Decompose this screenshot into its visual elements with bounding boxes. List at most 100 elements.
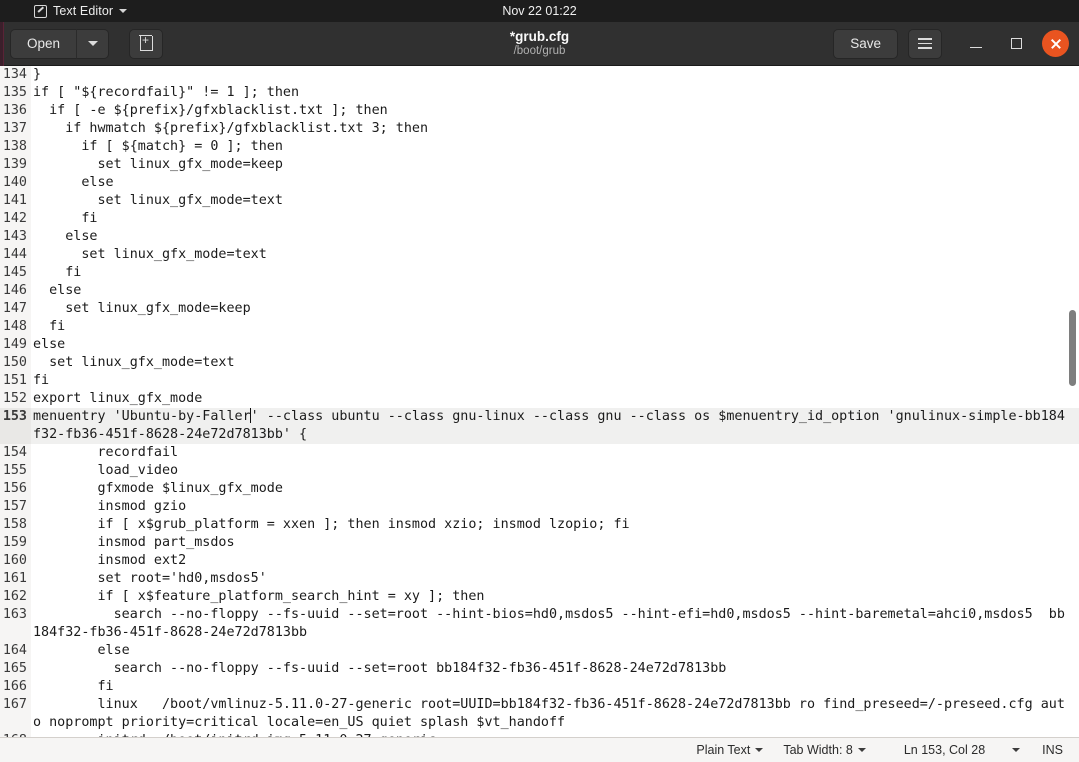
new-tab-button[interactable] [129,28,164,59]
line-number: 151 [0,372,31,390]
line-text[interactable]: load_video [31,462,1079,480]
line-text[interactable]: } [31,66,1079,84]
editor-line[interactable]: 149 else [0,336,1079,354]
editor-line[interactable]: 139 set linux_gfx_mode=keep [0,156,1079,174]
line-text[interactable]: else [31,282,1079,300]
line-number: 161 [0,570,31,588]
editor-line[interactable]: 162 if [ x$feature_platform_search_hint … [0,588,1079,606]
top-panel-clock[interactable]: Nov 22 01:22 [0,4,1079,18]
insert-mode-label: INS [1042,743,1063,757]
editor-line[interactable]: 140 else [0,174,1079,192]
editor-line[interactable]: 158 if [ x$grub_platform = xxen ]; then … [0,516,1079,534]
line-text[interactable]: set linux_gfx_mode=text [31,246,1079,264]
editor-line[interactable]: 144 set linux_gfx_mode=text [0,246,1079,264]
line-text[interactable]: fi [31,372,1079,390]
line-text[interactable]: set linux_gfx_mode=keep [31,156,1079,174]
line-text[interactable]: insmod gzio [31,498,1079,516]
line-number: 155 [0,462,31,480]
editor-line[interactable]: 134} [0,66,1079,84]
line-number: 150 [0,354,31,372]
line-text[interactable]: fi [31,678,1079,696]
line-text[interactable]: gfxmode $linux_gfx_mode [31,480,1079,498]
line-text[interactable]: if [ "${recordfail}" != 1 ]; then [31,84,1079,102]
editor-line[interactable]: 152 export linux_gfx_mode [0,390,1079,408]
line-text[interactable]: if [ x$feature_platform_search_hint = xy… [31,588,1079,606]
line-text[interactable]: else [31,336,1079,354]
editor-line[interactable]: 165 search --no-floppy --fs-uuid --set=r… [0,660,1079,678]
line-text[interactable]: export linux_gfx_mode [31,390,1079,408]
line-text[interactable]: set linux_gfx_mode=keep [31,300,1079,318]
editor-vertical-scrollbar[interactable] [1067,66,1079,737]
editor-line[interactable]: 148 fi [0,318,1079,336]
line-text[interactable]: menuentry 'Ubuntu-by-Faller' --class ubu… [31,408,1079,444]
line-text[interactable]: if [ ${match} = 0 ]; then [31,138,1079,156]
status-bar: Plain Text Tab Width: 8 Ln 153, Col 28 I… [0,737,1079,762]
tab-width-selector[interactable]: Tab Width: 8 [773,743,875,757]
line-text[interactable]: search --no-floppy --fs-uuid --set=root … [31,606,1079,642]
minimize-icon [970,46,982,49]
line-text[interactable]: else [31,228,1079,246]
editor-line[interactable]: 147 set linux_gfx_mode=keep [0,300,1079,318]
editor-line[interactable]: 157 insmod gzio [0,498,1079,516]
maximize-icon [1010,38,1022,49]
cursor-position-selector[interactable]: Ln 153, Col 28 [894,743,1030,757]
editor-line[interactable]: 167 linux /boot/vmlinuz-5.11.0-27-generi… [0,696,1079,732]
line-number: 154 [0,444,31,462]
line-text[interactable]: else [31,174,1079,192]
line-text[interactable]: else [31,642,1079,660]
line-number: 153 [0,408,31,444]
minimize-button[interactable] [963,31,989,57]
editor-line[interactable]: 154 recordfail [0,444,1079,462]
line-text[interactable]: set root='hd0,msdos5' [31,570,1079,588]
editor-line[interactable]: 137 if hwmatch ${prefix}/gfxblacklist.tx… [0,120,1079,138]
chevron-down-icon [1012,748,1021,752]
line-text[interactable]: set linux_gfx_mode=text [31,192,1079,210]
editor-line[interactable]: 166 fi [0,678,1079,696]
language-selector[interactable]: Plain Text [686,743,773,757]
line-text[interactable]: insmod ext2 [31,552,1079,570]
code-editor-area[interactable]: 134} 135 if [ "${recordfail}" != 1 ]; then… [0,66,1079,737]
editor-line[interactable]: 159 insmod part_msdos [0,534,1079,552]
editor-line[interactable]: 143 else [0,228,1079,246]
editor-line[interactable]: 155 load_video [0,462,1079,480]
maximize-button[interactable] [1003,31,1029,57]
line-text[interactable]: fi [31,318,1079,336]
line-number: 156 [0,480,31,498]
top-panel-app-menu[interactable]: Text Editor [34,4,128,18]
editor-line[interactable]: 160 insmod ext2 [0,552,1079,570]
editor-line[interactable]: 138 if [ ${match} = 0 ]; then [0,138,1079,156]
editor-line[interactable]: 151 fi [0,372,1079,390]
save-button[interactable]: Save [833,28,898,59]
editor-line[interactable]: 146 else [0,282,1079,300]
line-text[interactable]: fi [31,264,1079,282]
line-number: 165 [0,660,31,678]
editor-line[interactable]: 156 gfxmode $linux_gfx_mode [0,480,1079,498]
line-text[interactable]: set linux_gfx_mode=text [31,354,1079,372]
line-text[interactable]: linux /boot/vmlinuz-5.11.0-27-generic ro… [31,696,1079,732]
line-text[interactable]: if hwmatch ${prefix}/gfxblacklist.txt 3;… [31,120,1079,138]
main-menu-button[interactable] [908,28,942,59]
open-button[interactable]: Open [10,28,78,59]
line-text[interactable]: recordfail [31,444,1079,462]
line-number: 147 [0,300,31,318]
open-recent-dropdown-button[interactable] [77,28,110,59]
editor-line[interactable]: 153 menuentry 'Ubuntu-by-Faller' --class … [0,408,1079,444]
line-text[interactable]: search --no-floppy --fs-uuid --set=root … [31,660,1079,678]
editor-line[interactable]: 141 set linux_gfx_mode=text [0,192,1079,210]
insert-mode-indicator: INS [1030,743,1079,757]
editor-line[interactable]: 135 if [ "${recordfail}" != 1 ]; then [0,84,1079,102]
editor-line[interactable]: 145 fi [0,264,1079,282]
editor-line[interactable]: 142 fi [0,210,1079,228]
editor-line[interactable]: 150 set linux_gfx_mode=text [0,354,1079,372]
new-document-icon [139,33,153,51]
line-text[interactable]: fi [31,210,1079,228]
editor-line[interactable]: 136 if [ -e ${prefix}/gfxblacklist.txt ]… [0,102,1079,120]
editor-line[interactable]: 164 else [0,642,1079,660]
line-text[interactable]: if [ -e ${prefix}/gfxblacklist.txt ]; th… [31,102,1079,120]
scrollbar-thumb[interactable] [1069,310,1076,386]
editor-line[interactable]: 163 search --no-floppy --fs-uuid --set=r… [0,606,1079,642]
close-button[interactable] [1042,30,1069,57]
editor-line[interactable]: 161 set root='hd0,msdos5' [0,570,1079,588]
line-text[interactable]: if [ x$grub_platform = xxen ]; then insm… [31,516,1079,534]
line-text[interactable]: insmod part_msdos [31,534,1079,552]
